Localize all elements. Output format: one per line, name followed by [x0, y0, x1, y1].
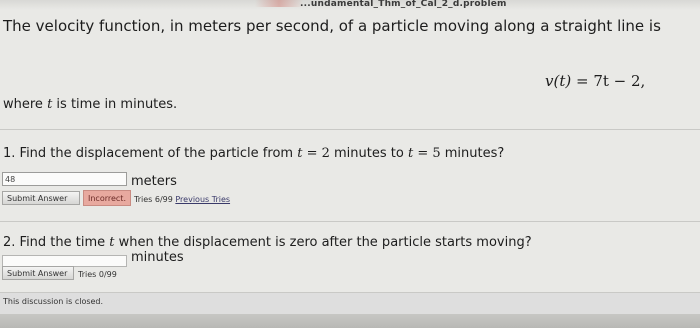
q1-units: meters	[131, 174, 177, 189]
q1-pre: 1. Find the displacement of the particle…	[3, 146, 298, 161]
q2-tries: Tries 0/99	[78, 270, 117, 279]
q2-units: minutes	[131, 250, 184, 265]
q1-post: minutes?	[440, 146, 505, 161]
question-2-text: 2. Find the time t when the displacement…	[3, 235, 532, 250]
red-mark	[255, 0, 303, 7]
q2-pre: 2. Find the time	[3, 235, 110, 250]
formula-lhs: v(t)	[545, 72, 572, 90]
q1-mid: minutes to	[329, 146, 408, 161]
q2-post: when the displacement is zero after the …	[114, 235, 532, 250]
q1-previous-tries-link[interactable]: Previous Tries	[175, 195, 230, 204]
section-divider	[0, 129, 700, 130]
q1-answer-input[interactable]: 48	[2, 172, 127, 186]
formula-rhs: = 7t − 2,	[571, 72, 646, 90]
q1-tries-count: Tries 6/99	[134, 195, 173, 204]
bottom-edge	[0, 314, 700, 328]
q1-eq1: = 2	[302, 146, 330, 161]
closed-discussion-bar	[0, 292, 700, 315]
where-text: where t is time in minutes.	[3, 97, 177, 112]
velocity-formula: v(t) = 7t − 2,	[545, 72, 645, 90]
problem-filename: ...undamental_Thm_of_Cal_2_d.problem	[300, 0, 507, 9]
question-1-text: 1. Find the displacement of the particle…	[3, 146, 504, 161]
q1-submit-button[interactable]: Submit Answer	[2, 191, 80, 205]
where-post: is time in minutes.	[52, 97, 178, 112]
where-pre: where	[3, 97, 48, 112]
section-divider	[0, 221, 700, 222]
q1-status-badge: Incorrect.	[83, 190, 131, 206]
q1-tries: Tries 6/99 Previous Tries	[134, 195, 230, 204]
q1-eq2: = 5	[413, 146, 441, 161]
q2-submit-button[interactable]: Submit Answer	[2, 266, 74, 280]
closed-discussion-text: This discussion is closed.	[3, 297, 104, 306]
problem-intro: The velocity function, in meters per sec…	[3, 17, 661, 35]
